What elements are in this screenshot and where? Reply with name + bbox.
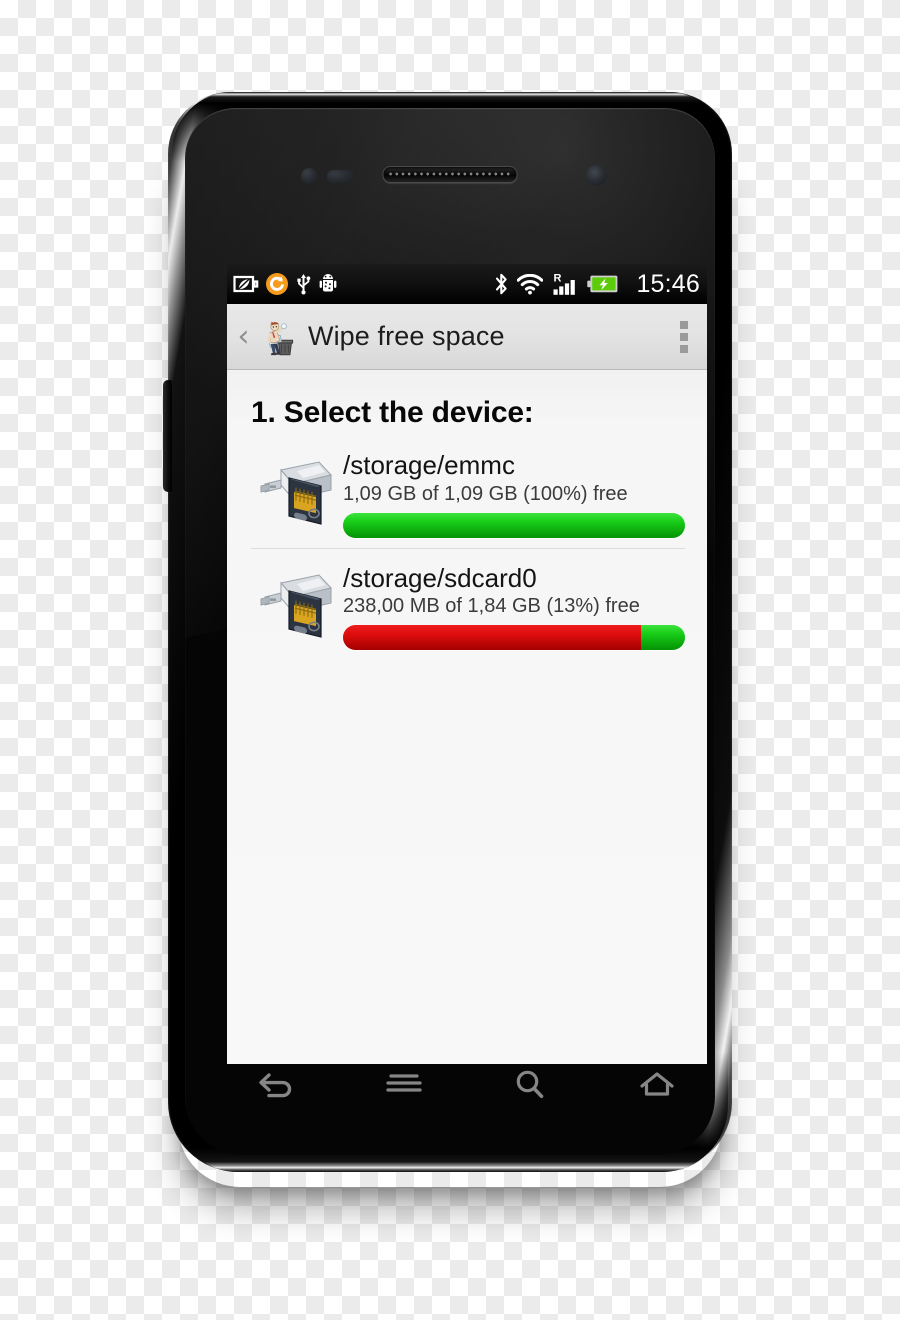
proximity-sensor [301, 168, 317, 184]
device-list: /storage/emmc 1,09 GB of 1,09 GB (100%) … [251, 444, 685, 660]
nav-back-key[interactable] [245, 1057, 309, 1113]
storage-free-segment [343, 512, 685, 538]
status-bar-left-icons [233, 273, 337, 295]
earpiece-speaker [382, 166, 518, 183]
action-bar-title: Wipe free space [308, 321, 505, 351]
cell-signal-roaming-icon: R [553, 272, 576, 295]
home-icon [640, 1072, 674, 1096]
sync-orange-icon [266, 273, 288, 295]
device-stats: 238,00 MB of 1,84 GB (13%) free [343, 595, 640, 618]
list-item[interactable]: /storage/sdcard0 238,00 MB of 1,84 GB (1… [251, 547, 685, 661]
nav-menu-key[interactable] [372, 1057, 436, 1113]
device-storage-bar [343, 625, 685, 651]
navigation-bar [214, 1037, 715, 1133]
device-path: /storage/sdcard0 [343, 562, 537, 593]
battery-charging-icon [587, 275, 618, 293]
action-bar: ‹ Wipe free space [227, 304, 707, 370]
device-storage-bar [343, 512, 685, 538]
android-debug-icon [319, 274, 337, 292]
wifi-icon [517, 273, 544, 294]
content-area: 1. Select the device: /storage/emmc 1,09… [227, 370, 707, 1064]
overflow-dot [680, 320, 688, 329]
device-info: /storage/sdcard0 238,00 MB of 1,84 GB (1… [343, 563, 685, 651]
phone-screen: R 15:46 ‹ Wipe free space 1. Select the … [227, 264, 707, 1064]
overflow-dot [680, 332, 688, 341]
usb-sdcard-storage-icon [260, 574, 332, 638]
page-title: 1. Select the device: [251, 396, 534, 429]
bluetooth-icon [496, 273, 508, 295]
status-bar: R 15:46 [227, 264, 707, 304]
action-bar-overflow-menu-icon[interactable] [673, 317, 695, 357]
nav-home-key[interactable] [625, 1057, 689, 1113]
overflow-dot [680, 344, 688, 353]
status-bar-right-icons: R 15:46 [494, 269, 700, 298]
svg-text:R: R [554, 272, 562, 284]
back-arrow-icon [259, 1073, 292, 1098]
usb-icon [297, 274, 311, 295]
storage-used-segment [343, 625, 641, 651]
storage-free-segment [640, 625, 685, 651]
nav-search-key[interactable] [498, 1057, 562, 1113]
device-info: /storage/emmc 1,09 GB of 1,09 GB (100%) … [343, 450, 685, 538]
wipe-free-space-app-icon [267, 321, 294, 355]
volume-rocker[interactable] [163, 380, 172, 492]
ambient-light-sensor [327, 170, 354, 183]
action-bar-back-button[interactable]: ‹ [235, 321, 252, 352]
front-camera [586, 165, 607, 186]
phone-glass-panel: R 15:46 ‹ Wipe free space 1. Select the … [185, 108, 715, 1155]
battery-saver-leaf-icon [233, 275, 259, 293]
status-bar-clock: 15:46 [636, 269, 700, 298]
device-stats: 1,09 GB of 1,09 GB (100%) free [343, 482, 628, 505]
usb-sdcard-storage-icon [260, 461, 332, 525]
phone-device: R 15:46 ‹ Wipe free space 1. Select the … [163, 92, 732, 1172]
menu-hamburger-icon [386, 1074, 422, 1092]
list-item[interactable]: /storage/emmc 1,09 GB of 1,09 GB (100%) … [251, 444, 685, 548]
search-icon [516, 1070, 544, 1098]
device-path: /storage/emmc [343, 450, 515, 480]
